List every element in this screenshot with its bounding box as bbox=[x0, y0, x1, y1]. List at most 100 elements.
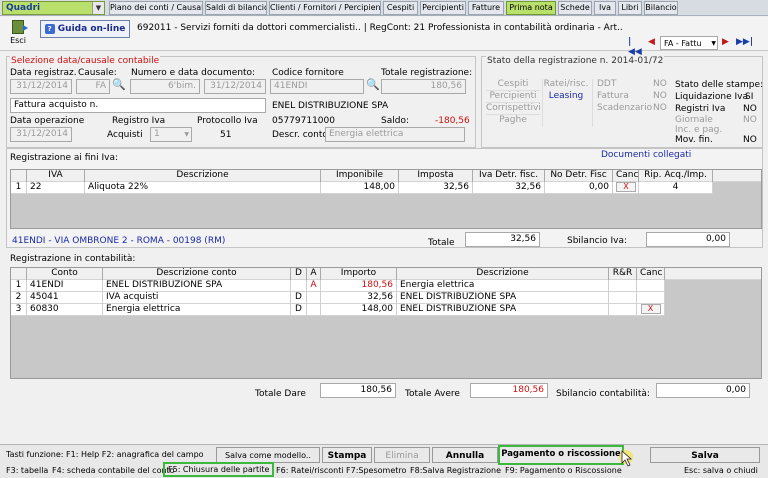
contab-r1-d[interactable] bbox=[291, 280, 307, 292]
tab-saldi[interactable]: Saldi di bilancio bbox=[205, 1, 267, 15]
tab-schede[interactable]: Schede bbox=[558, 1, 592, 15]
contab-r2-descr[interactable]: ENEL DISTRIBUZIONE SPA bbox=[397, 292, 609, 304]
contab-r1-rr[interactable] bbox=[609, 280, 637, 292]
contab-r1-descr[interactable]: Energia elettrica bbox=[397, 280, 609, 292]
contab-table-header: Conto Descrizione conto D A Importo Desc… bbox=[11, 268, 761, 280]
contab-table: Conto Descrizione conto D A Importo Desc… bbox=[10, 267, 762, 379]
contab-r3-desc[interactable]: Energia elettrica bbox=[103, 304, 291, 316]
stampe-liq-val: SI bbox=[745, 92, 754, 102]
iva-table-header: IVA Descrizione Imponibile Imposta Iva D… bbox=[11, 170, 761, 182]
iva-totale-label: Totale bbox=[428, 238, 455, 248]
chevron-down-icon[interactable]: ▼ bbox=[92, 2, 104, 14]
prev-record-icon[interactable]: ◀ bbox=[648, 37, 658, 49]
tab-piano-conti[interactable]: Piano dei conti / Causali bbox=[109, 1, 203, 15]
pagamento-riscossione-button[interactable]: Pagamento o riscossione bbox=[498, 445, 624, 465]
contab-r2-desc[interactable]: IVA acquisti bbox=[103, 292, 291, 304]
data-reg-field[interactable]: 31/12/2014 bbox=[10, 79, 72, 94]
salva-button[interactable]: Salva bbox=[650, 447, 760, 463]
contab-r1-a[interactable]: A bbox=[307, 280, 321, 292]
tab-prima-nota[interactable]: Prima nota bbox=[506, 1, 556, 15]
tab-iva[interactable]: Iva bbox=[594, 1, 616, 15]
search-icon[interactable]: 🔍 bbox=[112, 78, 126, 93]
tab-fatture[interactable]: Fatture bbox=[468, 1, 504, 15]
iva-r1-imposta[interactable]: 32,56 bbox=[399, 182, 473, 194]
contab-r2-rr[interactable] bbox=[609, 292, 637, 304]
tab-percipienti[interactable]: Percipienti bbox=[420, 1, 466, 15]
record-type-select[interactable]: FA - Fattu ▼ bbox=[660, 36, 718, 50]
contab-h-canc: Canc bbox=[637, 268, 665, 280]
table-row[interactable]: 1 41ENDI ENEL DISTRIBUZIONE SPA A 180,56… bbox=[11, 280, 665, 292]
annulla-button[interactable]: Annulla bbox=[432, 447, 498, 463]
iva-totale-field: 32,56 bbox=[465, 232, 540, 247]
iva-r1-desc[interactable]: Aliquota 22% bbox=[85, 182, 321, 194]
last-record-icon[interactable]: ▶▶| bbox=[736, 37, 754, 49]
iva-r1-canc[interactable]: X bbox=[613, 182, 639, 194]
contab-r3-d[interactable]: D bbox=[291, 304, 307, 316]
stampe-reg-label: Registri Iva bbox=[675, 104, 726, 114]
codice-fornitore-field[interactable]: 41ENDI bbox=[270, 79, 364, 94]
documenti-collegati-link[interactable]: Documenti collegati bbox=[601, 150, 691, 160]
registro-value: Acquisti bbox=[107, 130, 143, 140]
delete-row-button[interactable]: X bbox=[640, 304, 661, 314]
salva-modello-button[interactable]: Salva come modello.. bbox=[216, 447, 320, 463]
contab-r2-a[interactable] bbox=[307, 292, 321, 304]
tab-cespiti[interactable]: Cespiti bbox=[383, 1, 418, 15]
contab-r3-conto[interactable]: 60830 bbox=[27, 304, 103, 316]
search-icon[interactable]: 🔍 bbox=[366, 78, 380, 93]
f9-hint: F9: Pagamento o Riscossione bbox=[505, 466, 622, 475]
contab-r3-canc[interactable]: X bbox=[637, 304, 665, 316]
stampa-button[interactable]: Stampa bbox=[322, 447, 372, 463]
contab-r3-imp[interactable]: 148,00 bbox=[321, 304, 397, 316]
table-row[interactable]: 1 22 Aliquota 22% 148,00 32,56 32,56 0,0… bbox=[11, 182, 713, 194]
guida-online-button[interactable]: ? Guida on-line bbox=[40, 20, 130, 38]
iva-r1-rip[interactable]: 4 bbox=[639, 182, 713, 194]
contab-r3-descr[interactable]: ENEL DISTRIBUZIONE SPA bbox=[397, 304, 609, 316]
module-combo[interactable]: Quadri ▼ bbox=[2, 1, 105, 15]
contab-r1-n: 1 bbox=[11, 280, 27, 292]
iva-r1-imp[interactable]: 148,00 bbox=[321, 182, 399, 194]
tab-libri[interactable]: Libri bbox=[618, 1, 642, 15]
contab-r1-desc[interactable]: ENEL DISTRIBUZIONE SPA bbox=[103, 280, 291, 292]
contab-r2-imp[interactable]: 32,56 bbox=[321, 292, 397, 304]
iva-h-num bbox=[11, 170, 27, 182]
esci-button[interactable]: Esci bbox=[6, 19, 30, 49]
contab-r3-rr[interactable] bbox=[609, 304, 637, 316]
iva-r1-detr[interactable]: 32,56 bbox=[473, 182, 545, 194]
delete-row-button[interactable]: X bbox=[616, 182, 636, 192]
contab-r1-imp[interactable]: 180,56 bbox=[321, 280, 397, 292]
stato-fattura-val: NO bbox=[653, 91, 667, 101]
sbilancio-iva-label: Sbilancio Iva: bbox=[567, 236, 627, 246]
contab-r1-conto[interactable]: 41ENDI bbox=[27, 280, 103, 292]
table-row[interactable]: 3 60830 Energia elettrica D 148,00 ENEL … bbox=[11, 304, 665, 316]
numdoc-field[interactable]: 6'bim. bbox=[130, 79, 200, 94]
tab-bilancio[interactable]: Bilancio bbox=[644, 1, 678, 15]
module-tabbar: Quadri ▼ Piano dei conti / Causali Saldi … bbox=[0, 0, 768, 16]
iva-r1-nodetr[interactable]: 0,00 bbox=[545, 182, 613, 194]
tasti-funzione: Tasti funzione: F1: Help F2: anagrafica … bbox=[6, 450, 204, 459]
iva-r1-iva[interactable]: 22 bbox=[27, 182, 85, 194]
f4-hint: F4: scheda contabile del conto bbox=[52, 466, 175, 475]
causale-desc-field[interactable]: Fattura acquisto n. bbox=[10, 98, 266, 113]
iva-h-canc: Canc bbox=[613, 170, 639, 182]
contab-h-importo: Importo bbox=[321, 268, 397, 280]
contab-r2-conto[interactable]: 45041 bbox=[27, 292, 103, 304]
causale-field[interactable]: FA bbox=[76, 79, 110, 94]
next-record-icon[interactable]: ▶ bbox=[722, 37, 732, 49]
elimina-button[interactable]: Elimina bbox=[374, 447, 430, 463]
tab-clienti[interactable]: Clienti / Fornitori / Percipienti bbox=[269, 1, 381, 15]
datadoc-field[interactable]: 31/12/2014 bbox=[204, 79, 266, 94]
contab-r2-canc[interactable] bbox=[637, 292, 665, 304]
contab-h-conto: Conto bbox=[27, 268, 103, 280]
registro-num-select[interactable]: 1 ▼ bbox=[150, 127, 192, 142]
totale-avere-field: 180,56 bbox=[470, 383, 548, 398]
iva-h-rip: Rip. Acq./Imp. bbox=[639, 170, 713, 182]
descr-conto-field[interactable]: Energia elettrica bbox=[325, 127, 465, 142]
contab-h-num bbox=[11, 268, 27, 280]
contab-r3-a[interactable] bbox=[307, 304, 321, 316]
table-row[interactable]: 2 45041 IVA acquisti D 32,56 ENEL DISTRI… bbox=[11, 292, 665, 304]
totale-reg-field[interactable]: 180,56 bbox=[381, 79, 466, 94]
contab-r2-d[interactable]: D bbox=[291, 292, 307, 304]
data-op-field[interactable]: 31/12/2014 bbox=[10, 127, 72, 142]
contab-r1-canc[interactable] bbox=[637, 280, 665, 292]
first-record-icon[interactable]: |◀◀ bbox=[628, 37, 642, 57]
